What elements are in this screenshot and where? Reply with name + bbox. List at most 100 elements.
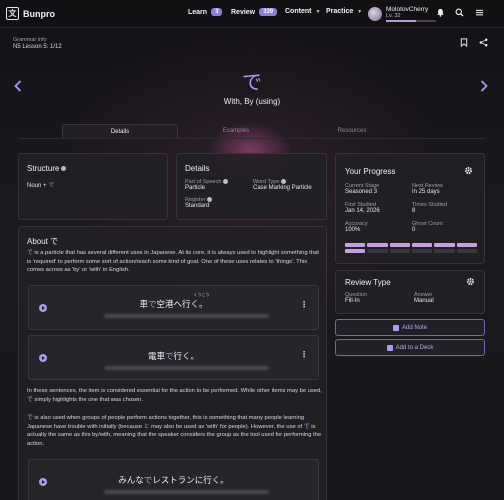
bell-icon[interactable] — [436, 8, 445, 19]
more-options-icon[interactable]: ⋮ — [300, 350, 308, 359]
example-sentence-2[interactable]: 電車で行く。 ⋮ — [28, 335, 319, 380]
more-options-icon[interactable]: ⋮ — [300, 300, 308, 309]
review-count-badge: 339 — [259, 8, 278, 16]
about-paragraph-3: で is also used when groups of people per… — [27, 414, 323, 448]
info-icon[interactable] — [281, 179, 287, 185]
part-of-speech-value: Particle — [185, 185, 206, 191]
about-card: About で で is a particle that has several… — [18, 226, 327, 500]
chevron-down-icon: ▼ — [315, 8, 321, 15]
first-studied-value: Jan 14, 2026 — [345, 208, 380, 214]
example-sentence-1[interactable]: くうこう 車で空港へ行く。 ⋮ — [28, 285, 319, 330]
gear-icon[interactable] — [466, 277, 475, 288]
nav-content-label: Content — [285, 8, 312, 15]
add-note-label: Add Note — [401, 324, 428, 331]
review-type-title: Review Type — [345, 278, 391, 287]
about-title: About で — [27, 236, 58, 247]
srs-segment — [412, 249, 433, 253]
srs-segment — [434, 243, 455, 247]
nav-review-label: Review — [231, 8, 256, 16]
about-title-text: About — [27, 237, 51, 246]
logo[interactable]: 文 Bunpro — [6, 7, 55, 20]
about-paragraph-1: で is a particle that has several differe… — [27, 249, 323, 275]
grammar-meaning: With, By (using) — [223, 97, 281, 106]
nav-practice[interactable]: Practice ▼ — [326, 8, 362, 15]
gear-icon[interactable] — [464, 166, 473, 177]
search-icon[interactable] — [455, 8, 464, 19]
srs-segment — [389, 243, 410, 247]
hidden-translation[interactable] — [104, 314, 269, 318]
example-japanese-before: みんな — [118, 476, 144, 486]
srs-segment — [345, 243, 366, 247]
nav-practice-label: Practice — [326, 8, 354, 15]
srs-segment — [412, 243, 433, 247]
review-type-card: Review Type Question Fill-In Answer Manu… — [335, 270, 485, 314]
nav-learn[interactable]: Learn 3 — [188, 8, 223, 16]
share-icon[interactable] — [479, 38, 488, 49]
structure-card: Structure Noun + で — [18, 153, 168, 220]
srs-segment — [456, 249, 477, 253]
xp-bar — [386, 20, 436, 22]
example-japanese-after: 行く。 — [173, 352, 200, 362]
note-icon — [392, 324, 399, 331]
info-icon[interactable] — [207, 197, 213, 203]
username: MolotovCherry — [386, 6, 429, 13]
hidden-translation[interactable] — [104, 490, 269, 494]
question-value: Fill-In — [345, 298, 360, 304]
avatar — [368, 6, 382, 21]
structure-formula: Noun + で — [27, 180, 54, 189]
example-japanese-before: 車 — [139, 300, 148, 310]
bookmark-icon[interactable] — [460, 38, 468, 49]
tab-bar: Details Examples Resources — [18, 124, 486, 139]
user-menu[interactable]: MolotovCherry Lv. 32 — [368, 6, 436, 22]
breadcrumb-lesson[interactable]: N5 Lesson 5: 1/12 — [13, 44, 62, 50]
srs-segment — [456, 243, 477, 247]
structure-formula-particle: で — [48, 183, 55, 189]
app-name: Bunpro — [23, 8, 55, 19]
structure-title-text: Structure — [27, 164, 60, 173]
next-review-value: In 25 days — [412, 189, 440, 195]
progress-card: Your Progress Current Stage Seasoned 3 N… — [335, 153, 485, 264]
times-studied-label: Times Studied — [412, 202, 447, 208]
xp-bar-fill — [386, 20, 416, 22]
add-note-button[interactable]: Add Note — [335, 319, 485, 336]
nav-review[interactable]: Review 339 — [231, 8, 278, 16]
structure-formula-prefix: Noun + — [27, 183, 49, 189]
about-paragraph-2: In these sentences, the item is consider… — [27, 387, 323, 404]
about-paragraph-2-text-a: In these sentences, the item is consider… — [27, 388, 322, 394]
breadcrumb: Grammar info N5 Lesson 5: 1/12 — [13, 37, 62, 51]
ghost-count-value: 0 — [412, 227, 416, 233]
example-japanese-particle: で — [164, 352, 174, 362]
current-stage-value: Seasoned 3 — [345, 189, 378, 195]
nav-content[interactable]: Content ▼ — [285, 8, 320, 15]
info-icon[interactable] — [61, 166, 67, 172]
details-title: Details — [185, 164, 210, 173]
srs-progress-bar — [345, 243, 477, 253]
about-paragraph-2-text-b: simply highlights the one that was chose… — [32, 396, 144, 403]
menu-icon[interactable] — [475, 8, 484, 19]
progress-title: Your Progress — [345, 167, 396, 176]
srs-segment — [345, 249, 366, 253]
accuracy-value: 100% — [345, 227, 361, 233]
about-paragraph-3-text-b: may also be used as 'with' for people). … — [149, 423, 304, 430]
details-card: Details Part of Speech Particle Word Typ… — [176, 153, 327, 220]
example-japanese: 車で空港へ行く。 — [29, 298, 318, 310]
user-level: Lv. 32 — [386, 13, 401, 19]
times-studied-value: 8 — [412, 208, 416, 214]
hidden-translation[interactable] — [104, 366, 269, 370]
register-value: Standard — [185, 203, 210, 209]
srs-segment — [367, 243, 388, 247]
answer-value: Manual — [414, 298, 434, 304]
tab-examples[interactable]: Examples — [178, 124, 294, 138]
add-to-deck-label: Add to a Deck — [395, 344, 434, 351]
logo-icon: 文 — [6, 7, 19, 20]
grammar-point-title: で — [242, 70, 262, 94]
example-sentence-3[interactable]: みんなでレストランに行く。 — [28, 459, 319, 500]
tab-details[interactable]: Details — [62, 124, 178, 138]
srs-segment — [434, 249, 455, 253]
tab-resources[interactable]: Resources — [294, 124, 410, 138]
example-japanese-after: レストランに行く。 — [152, 476, 229, 486]
ghost-count-label: Ghost Count — [412, 221, 443, 227]
structure-title: Structure — [27, 164, 67, 173]
info-icon[interactable] — [223, 179, 229, 185]
add-to-deck-button[interactable]: Add to a Deck — [335, 339, 485, 356]
